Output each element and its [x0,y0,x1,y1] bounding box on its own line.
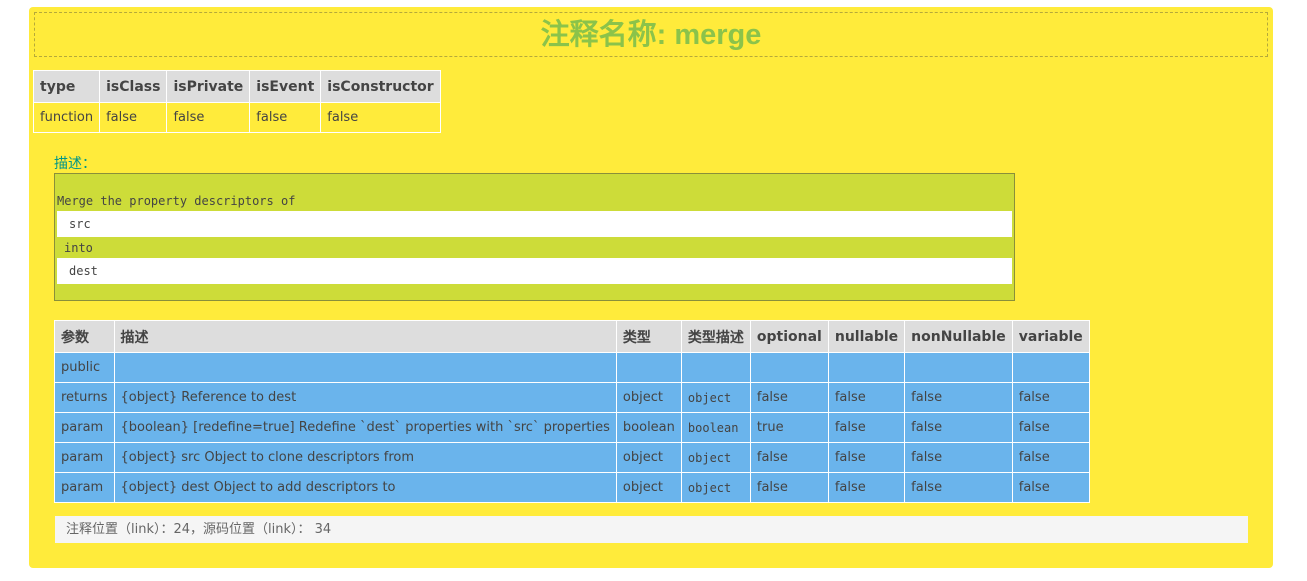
meta-value-type: function [32,102,101,133]
param-cell: false [827,412,906,443]
param-cell: object [680,382,751,413]
param-cell: returns [54,382,115,413]
param-cell: param [54,442,115,473]
meta-value-isclass: false [99,102,168,133]
param-cell [1011,352,1090,383]
params-header-nonnullable: nonNullable [904,320,1013,353]
meta-value-isevent: false [249,102,322,133]
param-cell: false [749,472,829,503]
params-header-nullable: nullable [827,320,906,353]
params-header-typedesc: 类型描述 [680,320,751,353]
meta-value-row: function false false false false [32,102,441,133]
params-header-row: 参数 描述 类型 类型描述 optional nullable nonNulla… [54,320,1090,353]
table-row: public [54,352,1090,383]
param-cell: false [1011,442,1090,473]
table-row: returns {object} Reference to dest objec… [54,382,1090,413]
param-cell [904,352,1013,383]
param-cell: false [749,442,829,473]
description-label: 描述： [54,156,96,172]
description-line: into [64,241,93,255]
annotation-panel: 注释名称: merge type isClass isPrivate isEve… [29,7,1273,568]
param-cell: public [54,352,115,383]
meta-header-isevent: isEvent [249,70,322,103]
param-cell: false [827,382,906,413]
table-row: param {object} dest Object to add descri… [54,472,1090,503]
param-cell: false [904,382,1013,413]
source-location-footer: 注释位置（link）：24，源码位置（link）： 34 [55,516,1248,543]
param-cell: false [1011,382,1090,413]
description-box: Merge the property descriptors of src in… [54,173,1015,301]
params-table: 参数 描述 类型 类型描述 optional nullable nonNulla… [54,320,1090,503]
param-cell: {object} dest Object to add descriptors … [113,472,617,503]
table-row: param {object} src Object to clone descr… [54,442,1090,473]
meta-header-row: type isClass isPrivate isEvent isConstru… [32,70,441,103]
param-cell: false [904,412,1013,443]
param-cell: false [1011,472,1090,503]
param-cell: {boolean} [redefine=true] Redefine `dest… [113,412,617,443]
meta-header-isclass: isClass [99,70,168,103]
param-cell: object [680,472,751,503]
table-row: param {boolean} [redefine=true] Redefine… [54,412,1090,443]
params-header-param: 参数 [54,320,115,353]
page-title: 注释名称: merge [34,12,1268,57]
param-cell: false [904,472,1013,503]
param-cell: false [827,472,906,503]
param-cell [113,352,617,383]
meta-value-isprivate: false [166,102,251,133]
param-cell: false [827,442,906,473]
param-cell: {object} src Object to clone descriptors… [113,442,617,473]
meta-header-isprivate: isPrivate [166,70,251,103]
param-cell: true [749,412,829,443]
description-code-dest: dest [57,258,1012,284]
param-cell: param [54,412,115,443]
param-cell: false [1011,412,1090,443]
meta-value-isconstructor: false [320,102,441,133]
description-line: Merge the property descriptors of [57,194,296,208]
param-cell: false [904,442,1013,473]
params-header-variable: variable [1011,320,1090,353]
param-cell: object [615,472,682,503]
param-cell: boolean [615,412,682,443]
param-cell: boolean [680,412,751,443]
params-header-optional: optional [749,320,829,353]
param-cell: {object} Reference to dest [113,382,617,413]
param-cell: param [54,472,115,503]
params-header-type: 类型 [615,320,682,353]
meta-header-isconstructor: isConstructor [320,70,441,103]
param-cell [680,352,751,383]
param-cell [615,352,682,383]
param-cell: object [615,442,682,473]
param-cell: object [680,442,751,473]
params-header-desc: 描述 [113,320,617,353]
description-code-src: src [57,211,1012,237]
param-cell: false [749,382,829,413]
param-cell [827,352,906,383]
meta-header-type: type [32,70,101,103]
meta-table: type isClass isPrivate isEvent isConstru… [32,70,441,133]
param-cell: object [615,382,682,413]
param-cell [749,352,829,383]
